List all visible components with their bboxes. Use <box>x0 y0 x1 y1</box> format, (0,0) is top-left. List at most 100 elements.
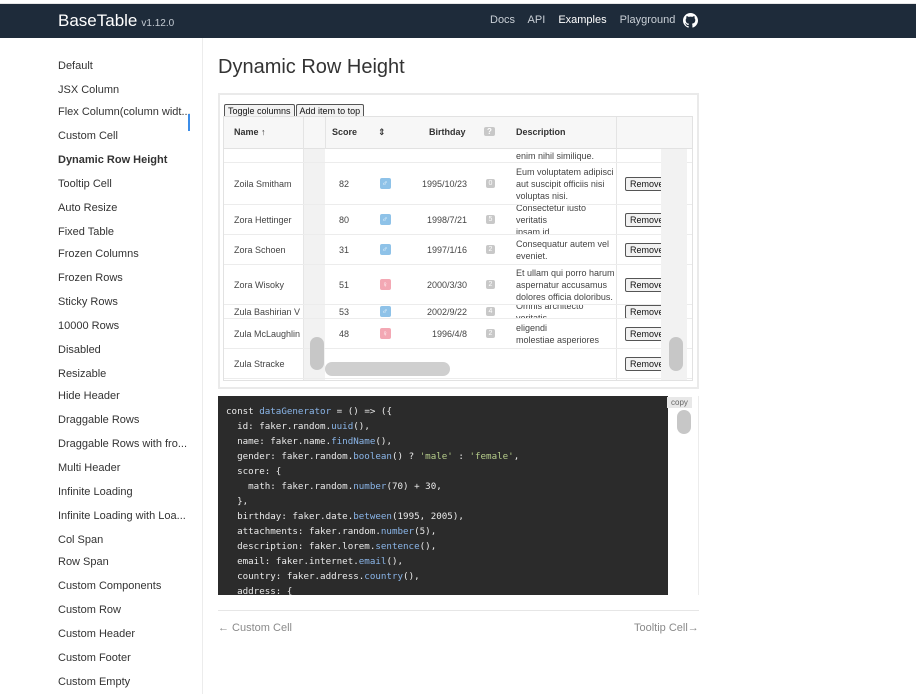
sidebar-item[interactable]: Draggable Rows with fro... <box>58 434 193 454</box>
sidebar-item[interactable]: Flex Column(column widt... <box>58 102 193 122</box>
sidebar-item[interactable]: Tooltip Cell <box>58 174 193 194</box>
sidebar-item[interactable]: 10000 Rows <box>58 316 193 336</box>
description-line: Eum voluptatem adipisci <box>516 166 614 177</box>
brand-logo[interactable]: BaseTable v1.12.0 <box>58 11 174 31</box>
sidebar-item[interactable]: Fixed Table <box>58 222 193 242</box>
github-icon[interactable] <box>683 13 698 28</box>
sidebar-item[interactable]: Multi Header <box>58 458 193 478</box>
description-line: Delectus dolorum eligendi <box>516 319 586 333</box>
remove-button[interactable]: Remove <box>625 176 665 191</box>
remove-button[interactable]: Remove <box>625 305 665 318</box>
column-header-birthday[interactable]: Birthday <box>429 127 466 137</box>
horizontal-scrollbar-thumb[interactable] <box>325 362 450 376</box>
sidebar-item[interactable]: Custom Row <box>58 600 193 620</box>
attachments-badge: 4 <box>485 307 496 316</box>
prev-page-link[interactable]: ← Custom Cell <box>218 622 292 634</box>
sidebar-item[interactable]: Draggable Rows <box>58 410 193 430</box>
sort-asc-icon[interactable]: ↑ <box>261 127 266 137</box>
attachments-header-icon[interactable]: ? <box>484 127 495 136</box>
brand-name[interactable]: BaseTable <box>58 11 137 30</box>
table-row[interactable]: Zula McLaughlin 48 ♀ 1996/4/8 2 Delectus dolo… <box>224 319 692 349</box>
description-line: dolores officia doloribus. <box>516 291 613 302</box>
row-name: Zoila Smitham <box>234 178 292 189</box>
attachments-badge: 5 <box>485 215 496 224</box>
code-block[interactable]: const dataGenerator = () => ({ id: faker… <box>218 396 668 595</box>
attachments-badge: 0 <box>485 179 496 188</box>
nav-link-api[interactable]: API <box>528 14 546 26</box>
row-attachments: 2 <box>484 265 497 304</box>
remove-button[interactable]: Remove <box>625 277 665 292</box>
description-line: eveniet. <box>516 250 548 261</box>
sidebar-item[interactable]: Row Span <box>58 552 193 572</box>
column-separator <box>325 117 326 149</box>
remove-button[interactable]: Remove <box>625 356 665 371</box>
code-line: name: faker.name.findName(), <box>226 436 392 447</box>
sidebar-item[interactable]: Sticky Rows <box>58 292 193 312</box>
description-line: Et ullam qui porro harum <box>516 267 615 278</box>
remove-button[interactable]: Remove <box>625 326 665 341</box>
column-header-description[interactable]: Description <box>516 127 566 137</box>
sidebar-item[interactable]: Resizable <box>58 364 193 384</box>
sidebar-item[interactable]: Dynamic Row Height <box>58 150 193 170</box>
code-scrollbar-thumb[interactable] <box>677 410 691 434</box>
sidebar-item[interactable]: Custom Footer <box>58 648 193 668</box>
row-birthday: 2000/3/30 <box>426 279 467 290</box>
row-name: Zora Wisoky <box>234 279 285 290</box>
sidebar-item[interactable]: Infinite Loading <box>58 482 193 502</box>
sidebar-item[interactable]: Col Span <box>58 530 193 550</box>
sidebar-item[interactable]: Custom Components <box>58 576 193 596</box>
code-line: birthday: faker.date.between(1995, 2005)… <box>226 511 464 522</box>
table-row[interactable]: Zora Hettinger 80 ♂ 1998/7/21 5 Consectetur i… <box>224 205 692 235</box>
male-icon: ♂ <box>379 244 391 255</box>
remove-button[interactable]: Remove <box>625 242 665 257</box>
sidebar-item[interactable]: Hide Header <box>58 386 193 406</box>
row-description: Omnis architecto veritatis <box>516 305 616 318</box>
table-row[interactable]: Zora Wisoky 51 ♀ 2000/3/30 2 Et ullam qui por… <box>224 265 692 305</box>
row-description: Delectus dolorum eligendimolestiae asper… <box>516 319 616 348</box>
sidebar-item[interactable]: JSX Column <box>58 80 193 100</box>
nav-link-playground[interactable]: Playground <box>620 14 676 26</box>
column-header-name[interactable]: Name ↑ <box>234 127 266 137</box>
vertical-scrollbar-thumb[interactable] <box>669 337 683 371</box>
page-title: Dynamic Row Height <box>218 56 405 78</box>
row-birthday: 1998/7/21 <box>426 214 467 225</box>
description-line: Consectetur iusto veritatis <box>516 205 587 225</box>
code-line: score: { <box>226 466 282 477</box>
sidebar-item[interactable]: Frozen Columns <box>58 244 193 264</box>
row-action: Remove <box>625 265 665 304</box>
table-row-partial[interactable]: enim nihil similique. <box>224 149 692 163</box>
female-icon: ♀ <box>379 279 391 290</box>
male-icon: ♂ <box>379 306 391 317</box>
row-birthday: 1996/4/8 <box>431 328 467 339</box>
code-line: const dataGenerator = () => ({ <box>226 406 392 417</box>
row-gender: ♀ <box>377 265 393 304</box>
sidebar-item[interactable]: Disabled <box>58 340 193 360</box>
next-page-link[interactable]: Tooltip Cell→ <box>634 622 699 634</box>
nav-links: Docs API Examples Playground <box>490 14 685 26</box>
table-row[interactable]: Zoila Smitham 82 ♂ 1995/10/23 0 Eum voluptate… <box>224 163 692 205</box>
description-line: molestiae asperiores aut. <box>516 334 600 349</box>
sidebar-item[interactable]: Custom Header <box>58 624 193 644</box>
sidebar-item[interactable]: Custom Empty <box>58 672 193 692</box>
sidebar-item[interactable]: Infinite Loading with Loa... <box>58 506 193 526</box>
sidebar-item[interactable]: Custom Cell <box>58 126 193 146</box>
left-scrollbar-thumb[interactable] <box>310 337 324 370</box>
row-birthday: 1995/10/23 <box>421 178 467 189</box>
base-table[interactable]: Name ↑ Score ⇕ Birthday ? Description en… <box>223 116 693 381</box>
column-separator <box>616 117 617 149</box>
attachments-badge: 2 <box>485 280 496 289</box>
copy-button[interactable]: copy <box>667 397 692 408</box>
nav-link-docs[interactable]: Docs <box>490 14 515 26</box>
gender-sort-icon[interactable]: ⇕ <box>378 127 386 138</box>
pager-divider <box>218 610 699 611</box>
table-row[interactable]: Zula Bashirian V 53 ♂ 2002/9/22 4 Omnis archi… <box>224 305 692 319</box>
nav-link-examples[interactable]: Examples <box>558 14 606 26</box>
sidebar-item[interactable]: Auto Resize <box>58 198 193 218</box>
sidebar-item[interactable]: Frozen Rows <box>58 268 193 288</box>
column-header-score[interactable]: Score <box>332 127 357 137</box>
table-row[interactable]: Zula Stracke Remove <box>224 349 692 379</box>
sidebar-item[interactable]: Default <box>58 56 193 76</box>
remove-button[interactable]: Remove <box>625 212 665 227</box>
table-row[interactable]: Zora Schoen 31 ♂ 1997/1/16 2 Consequatur aute… <box>224 235 692 265</box>
row-gender: ♀ <box>377 319 393 348</box>
